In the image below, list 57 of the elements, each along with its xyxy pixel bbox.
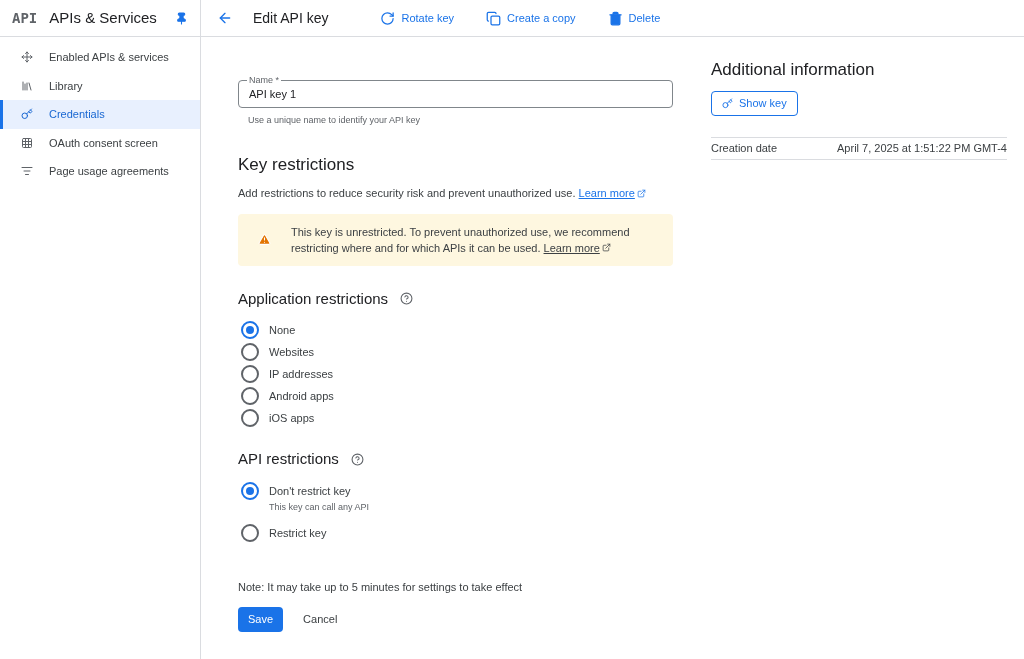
- sidebar-item[interactable]: Page usage agreements: [0, 157, 200, 186]
- radio-button[interactable]: [241, 387, 259, 405]
- copy-icon: [486, 10, 502, 26]
- radio-button[interactable]: [241, 365, 259, 383]
- product-title: APIs & Services: [49, 7, 158, 28]
- section-heading: Application restrictions: [238, 288, 389, 309]
- trash-icon: [607, 10, 623, 26]
- key-icon: [21, 108, 33, 121]
- list-icon: [21, 165, 33, 178]
- sidebar-item[interactable]: Credentials: [0, 100, 200, 129]
- grid-icon: [21, 136, 33, 149]
- toolbar-action[interactable]: Create a copy: [486, 9, 576, 27]
- radio-label: Websites: [269, 345, 315, 360]
- radio-label: Don't restrict key: [269, 483, 352, 499]
- sidebar-item[interactable]: Library: [0, 71, 200, 100]
- radio-button[interactable]: [241, 321, 259, 339]
- help-icon[interactable]: [400, 292, 414, 306]
- page-title: Edit API key: [253, 8, 329, 28]
- sidebar-item[interactable]: OAuth consent screen: [0, 128, 200, 157]
- external-link-icon: [636, 188, 646, 198]
- radio-label: IP addresses: [269, 367, 333, 382]
- cancel-button[interactable]: Cancel: [299, 607, 342, 632]
- section-heading: Key restrictions: [238, 153, 356, 176]
- info-value: April 7, 2025 at 1:51:22 PM GMT-4: [837, 140, 1007, 156]
- learn-more-link[interactable]: Learn more: [543, 239, 611, 256]
- radio-label: Restrict key: [269, 525, 327, 541]
- info-label: Creation date: [711, 140, 778, 156]
- section-heading: API restrictions: [238, 449, 339, 469]
- external-link-icon: [601, 243, 611, 252]
- radio-description: This key can call any API: [269, 500, 370, 513]
- pin-icon[interactable]: [175, 11, 188, 25]
- section-heading: Additional information: [711, 59, 876, 81]
- name-field-label: Name *: [247, 74, 281, 86]
- radio-button[interactable]: [241, 481, 259, 500]
- save-button[interactable]: Save: [238, 607, 284, 632]
- move-icon: [21, 51, 33, 64]
- sidebar-item[interactable]: Enabled APIs & services: [0, 43, 200, 72]
- key-icon: [722, 97, 733, 109]
- toolbar-action[interactable]: Rotate key: [380, 9, 455, 27]
- radio-button[interactable]: [241, 523, 259, 542]
- warning-icon: [258, 233, 271, 246]
- radio-label: iOS apps: [269, 411, 315, 426]
- api-logo: API: [12, 8, 38, 28]
- rotate-icon: [380, 10, 396, 26]
- help-icon[interactable]: [350, 452, 364, 466]
- library-icon: [21, 79, 33, 92]
- note-text: Note: It may take up to 5 minutes for settings to take effect: [238, 579, 524, 595]
- field-hint: Use a unique name to identify your API key: [247, 114, 422, 127]
- section-description: Add restrictions to reduce security risk and prevent unauthorized use. Learn more: [238, 185, 673, 202]
- show-key-button[interactable]: Show key: [711, 90, 798, 116]
- warning-message: This key is unrestricted. To prevent unauthorized use, we recommend restricting where and for which APIs it can be used. Learn more: [291, 224, 631, 256]
- radio-label: None: [269, 323, 296, 338]
- learn-more-link[interactable]: Learn more: [578, 185, 646, 202]
- radio-button[interactable]: [241, 409, 259, 427]
- radio-label: Android apps: [269, 389, 334, 404]
- toolbar-action[interactable]: Delete: [607, 9, 661, 27]
- radio-button[interactable]: [241, 343, 259, 361]
